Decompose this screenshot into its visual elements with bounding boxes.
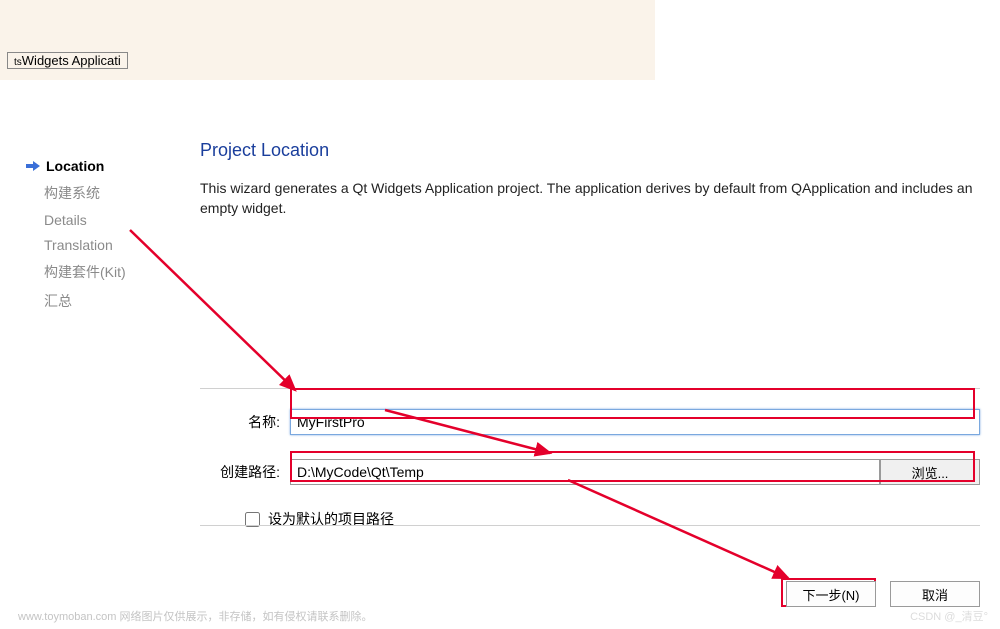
nav-step-build-system[interactable]: 构建系统 bbox=[44, 183, 194, 203]
wizard-description: This wizard generates a Qt Widgets Appli… bbox=[200, 179, 980, 218]
default-path-row: 设为默认的项目路径 bbox=[245, 509, 980, 529]
form-area: 名称: 创建路径: 浏览... 设为默认的项目路径 bbox=[200, 388, 980, 529]
path-row: 创建路径: 浏览... bbox=[200, 459, 980, 485]
arrow-right-icon bbox=[26, 160, 40, 172]
name-label: 名称: bbox=[200, 412, 280, 432]
nav-step-label: 构建系统 bbox=[44, 183, 100, 203]
nav-step-label: Location bbox=[46, 158, 104, 174]
nav-step-kit[interactable]: 构建套件(Kit) bbox=[44, 262, 194, 282]
divider-bottom bbox=[200, 525, 980, 526]
default-path-label: 设为默认的项目路径 bbox=[268, 509, 394, 529]
watermark-source: www.toymoban.com 网络图片仅供展示，非存储，如有侵权请联系删除。 bbox=[18, 608, 372, 624]
browse-button[interactable]: 浏览... bbox=[880, 459, 980, 485]
main-content: Project Location This wizard generates a… bbox=[200, 140, 980, 529]
nav-step-details[interactable]: Details bbox=[44, 212, 194, 228]
tab-label: Widgets Applicati bbox=[22, 53, 121, 68]
nav-step-label: 构建套件(Kit) bbox=[44, 262, 126, 282]
watermark-author: CSDN @_清豆° bbox=[910, 608, 988, 624]
name-row: 名称: bbox=[200, 409, 980, 435]
path-input[interactable] bbox=[290, 459, 880, 485]
nav-step-label: Translation bbox=[44, 237, 113, 253]
cancel-button[interactable]: 取消 bbox=[890, 581, 980, 607]
path-label: 创建路径: bbox=[200, 462, 280, 482]
divider-top bbox=[200, 388, 980, 389]
wizard-buttons: 下一步(N) 取消 bbox=[786, 581, 980, 607]
nav-step-label: 汇总 bbox=[44, 291, 72, 311]
page-title: Project Location bbox=[200, 140, 980, 161]
nav-step-label: Details bbox=[44, 212, 87, 228]
nav-step-translation[interactable]: Translation bbox=[44, 237, 194, 253]
nav-step-location[interactable]: Location bbox=[44, 158, 194, 174]
nav-step-summary[interactable]: 汇总 bbox=[44, 291, 194, 311]
wizard-sidebar: Location 构建系统 Details Translation 构建套件(K… bbox=[44, 158, 194, 320]
window-tab: tsWidgets Applicati bbox=[7, 52, 128, 69]
name-input[interactable] bbox=[290, 409, 980, 435]
next-button[interactable]: 下一步(N) bbox=[786, 581, 876, 607]
tab-prefix: ts bbox=[14, 57, 22, 68]
